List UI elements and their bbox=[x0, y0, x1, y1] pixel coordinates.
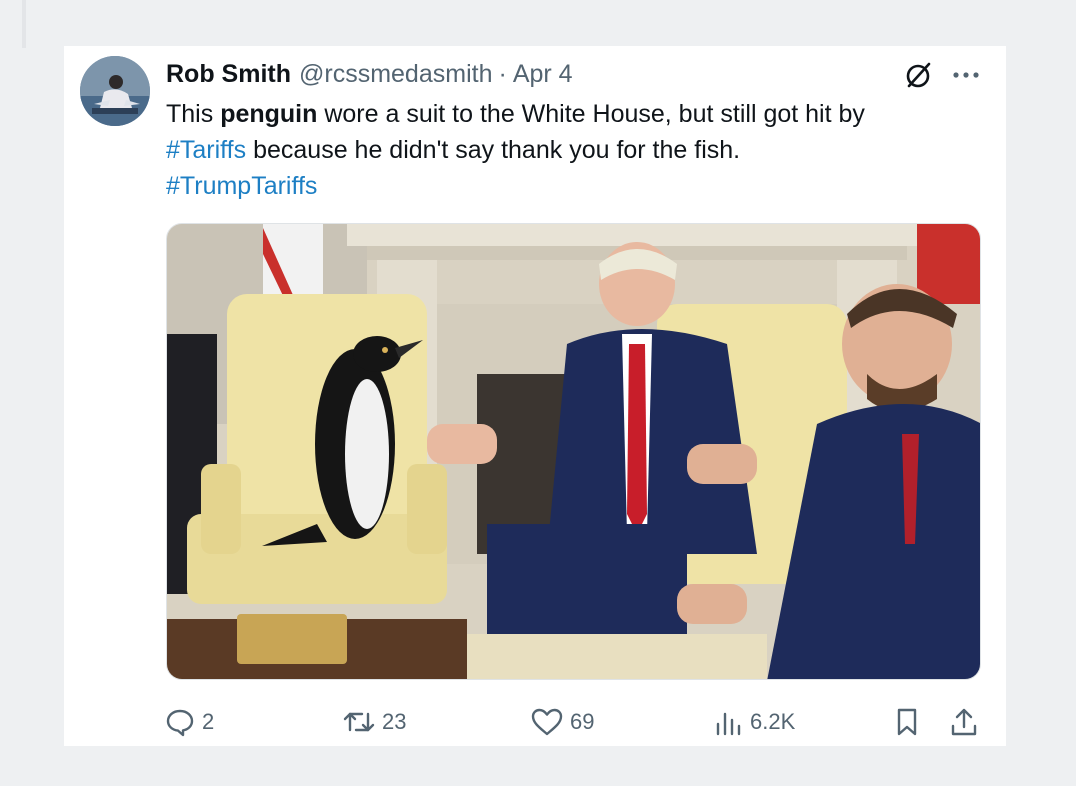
repost-button[interactable]: 23 bbox=[342, 702, 406, 742]
header-separator: · bbox=[498, 60, 507, 88]
views-count: 6.2K bbox=[750, 709, 796, 734]
reply-icon bbox=[166, 709, 194, 737]
hashtag-link[interactable]: #TrumpTariffs bbox=[166, 172, 317, 200]
views-button[interactable]: 6.2K bbox=[714, 702, 795, 742]
page-edge-mark bbox=[22, 0, 26, 48]
tweet-header: Rob Smith @rcssmedasmith · Apr 4 bbox=[166, 60, 573, 90]
repost-icon bbox=[343, 712, 375, 732]
tweet-text-part: wore a suit to the White House, but stil… bbox=[317, 100, 865, 128]
oval-office-photo bbox=[167, 224, 980, 679]
share-icon bbox=[951, 708, 977, 736]
tweet-date[interactable]: Apr 4 bbox=[513, 60, 573, 89]
views-icon bbox=[716, 712, 741, 736]
avatar[interactable] bbox=[80, 56, 150, 126]
reply-button[interactable]: 2 bbox=[164, 702, 214, 742]
avatar-image bbox=[80, 56, 150, 126]
author-handle[interactable]: @rcssmedasmith bbox=[299, 60, 492, 89]
bookmark-button[interactable] bbox=[892, 702, 922, 742]
tweet-actions-bar: 2 23 69 6.2K bbox=[164, 702, 984, 742]
repost-count: 23 bbox=[382, 709, 407, 734]
like-count: 69 bbox=[570, 709, 595, 734]
tweet-media-image[interactable] bbox=[166, 223, 981, 680]
tweet-card[interactable]: Rob Smith @rcssmedasmith · Apr 4 This pe… bbox=[64, 46, 1006, 746]
tweet-text: This penguin wore a suit to the White Ho… bbox=[166, 96, 986, 204]
tweet-text-bold: penguin bbox=[220, 100, 318, 128]
bookmark-icon bbox=[897, 708, 917, 736]
share-button[interactable] bbox=[948, 702, 980, 742]
tweet-text-part: This bbox=[166, 100, 221, 128]
like-button[interactable]: 69 bbox=[530, 702, 594, 742]
heart-icon bbox=[531, 708, 563, 736]
reply-count: 2 bbox=[202, 709, 215, 734]
grok-icon[interactable] bbox=[904, 60, 934, 90]
more-options-icon[interactable] bbox=[948, 62, 984, 88]
author-name[interactable]: Rob Smith bbox=[166, 60, 291, 89]
tweet-text-part: because he didn't say thank you for the … bbox=[246, 136, 741, 164]
hashtag-link[interactable]: #Tariffs bbox=[166, 136, 246, 164]
